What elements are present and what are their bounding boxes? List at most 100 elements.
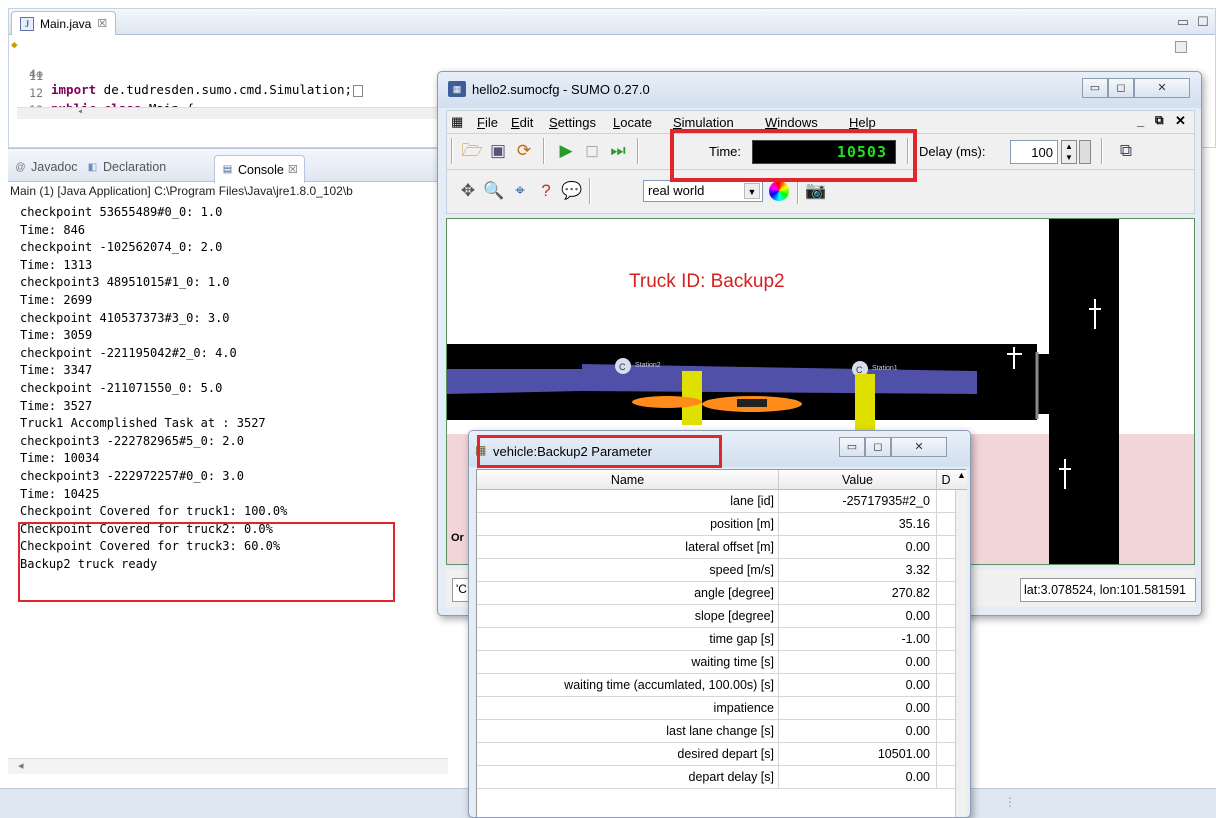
- separator: [589, 178, 591, 204]
- param-value: 0.00: [779, 605, 937, 628]
- chevron-down-icon[interactable]: ▼: [744, 183, 760, 199]
- minimize-icon[interactable]: ▭: [1175, 14, 1191, 30]
- param-value: -25717935#2_0: [779, 490, 937, 513]
- separator: [451, 138, 453, 164]
- console-line: checkpoint -211071550_0: 5.0: [20, 381, 223, 395]
- close-icon[interactable]: ☒: [97, 17, 107, 30]
- scroll-left-icon[interactable]: ◂: [18, 759, 24, 772]
- zoom-icon[interactable]: 🔍: [483, 180, 505, 202]
- table-row[interactable]: time gap [s] -1.00: [477, 628, 955, 651]
- menu-help[interactable]: Help: [849, 115, 876, 130]
- color-wheel-icon[interactable]: [769, 181, 789, 201]
- close-button[interactable]: ✕: [891, 437, 947, 457]
- delay-spinner[interactable]: ▲ ▼: [1061, 140, 1077, 164]
- query-icon[interactable]: ?: [535, 180, 557, 202]
- scroll-left-icon[interactable]: ◂: [77, 106, 83, 117]
- menu-file[interactable]: File: [477, 115, 498, 130]
- overview-ruler-icon[interactable]: [1175, 41, 1187, 53]
- param-name: slope [degree]: [477, 605, 779, 628]
- table-header: Name Value D: [477, 470, 967, 490]
- parameter-table[interactable]: Name Value D lane [id] -25717935#2_0 posit…: [476, 469, 967, 817]
- column-header-d[interactable]: D: [937, 470, 955, 490]
- console-line: checkpoint 53655489#0_0: 1.0: [20, 205, 223, 219]
- open-network-icon[interactable]: ▣: [487, 140, 509, 162]
- param-value: 0.00: [779, 536, 937, 559]
- sumo-titlebar[interactable]: ▦ hello2.sumocfg - SUMO 0.27.0 ▭ ◻ ✕: [438, 72, 1201, 108]
- table-row[interactable]: depart delay [s] 0.00: [477, 766, 955, 789]
- menu-edit[interactable]: Edit: [511, 115, 533, 130]
- menu-windows[interactable]: Windows: [765, 115, 818, 130]
- console-hscrollbar[interactable]: ◂: [8, 758, 448, 774]
- mdi-window-icon[interactable]: ▦: [451, 114, 463, 130]
- param-name: waiting time (accumlated, 100.00s) [s]: [477, 674, 779, 697]
- editor-hscrollbar[interactable]: ◂: [17, 106, 457, 119]
- menu-simulation[interactable]: Simulation: [673, 115, 734, 130]
- tooltip-icon[interactable]: 💬: [561, 180, 583, 202]
- console-line: checkpoint3 48951015#1_0: 1.0: [20, 275, 230, 290]
- locate-icon[interactable]: ⌖: [509, 180, 531, 202]
- tab-console[interactable]: ▤ Console ☒: [214, 155, 305, 183]
- console-output[interactable]: checkpoint 53655489#0_0: 1.0 Time: 846 che…: [8, 204, 448, 764]
- table-row[interactable]: waiting time (accumlated, 100.00s) [s] 0.…: [477, 674, 955, 697]
- mdi-restore-icon[interactable]: ⧉: [1155, 113, 1164, 128]
- vehicle-window: [737, 399, 767, 407]
- maximize-icon[interactable]: ☐: [1195, 14, 1211, 30]
- console-line: Time: 846: [20, 222, 86, 237]
- delay-input[interactable]: [1010, 140, 1058, 164]
- param-name: impatience: [477, 697, 779, 720]
- delay-slider[interactable]: [1079, 140, 1091, 164]
- maximize-button[interactable]: ◻: [1108, 78, 1134, 98]
- console-line: checkpoint3 -222972257#0_0: 3.0: [20, 469, 244, 483]
- table-row[interactable]: speed [m/s] 3.32: [477, 559, 955, 582]
- table-row[interactable]: angle [degree] 270.82: [477, 582, 955, 605]
- menu-settings[interactable]: Settings: [549, 115, 596, 130]
- reload-icon[interactable]: ⟳: [513, 140, 535, 162]
- mdi-minimize-icon[interactable]: _: [1137, 113, 1144, 128]
- screenshot-icon[interactable]: 📷: [805, 180, 827, 202]
- window-title: hello2.sumocfg - SUMO 0.27.0: [472, 82, 650, 97]
- view-mode-select[interactable]: real world ▼: [643, 180, 763, 202]
- recenter-icon[interactable]: ✥: [457, 180, 479, 202]
- table-row[interactable]: waiting time [s] 0.00: [477, 651, 955, 674]
- param-value: 0.00: [779, 766, 937, 789]
- tab-main-java[interactable]: J Main.java ☒: [11, 11, 117, 35]
- column-header-value[interactable]: Value: [779, 470, 937, 490]
- open-folder-icon[interactable]: 🗁: [461, 140, 483, 162]
- new-view-icon[interactable]: ⧉: [1115, 140, 1137, 162]
- maximize-button[interactable]: ◻: [865, 437, 891, 457]
- tab-javadoc[interactable]: @ Javadoc: [14, 156, 78, 178]
- menu-locate[interactable]: Locate: [613, 115, 652, 130]
- separator: [637, 138, 639, 164]
- code-line: ◆ 4⊕ import de.tudresden.sumo.cmd.Simula…: [9, 37, 1209, 97]
- param-vscrollbar[interactable]: ▲: [955, 470, 967, 817]
- param-name: desired depart [s]: [477, 743, 779, 766]
- close-button[interactable]: ✕: [1134, 78, 1190, 98]
- run-icon[interactable]: ▶: [555, 140, 577, 162]
- table-row[interactable]: impatience 0.00: [477, 697, 955, 720]
- java-file-icon: J: [20, 16, 34, 31]
- step-icon[interactable]: ⏭: [607, 140, 629, 162]
- table-row[interactable]: last lane change [s] 0.00: [477, 720, 955, 743]
- truck-id-label: Truck ID: Backup2: [629, 271, 785, 292]
- minimize-button[interactable]: ▭: [1082, 78, 1108, 98]
- warning-icon[interactable]: ◆: [11, 38, 18, 51]
- tab-declaration[interactable]: ◧ Declaration: [86, 156, 166, 178]
- table-row[interactable]: slope [degree] 0.00: [477, 605, 955, 628]
- tab-label: Declaration: [103, 160, 167, 174]
- scroll-up-icon[interactable]: ▲: [957, 470, 966, 480]
- mdi-close-icon[interactable]: ✕: [1175, 113, 1186, 129]
- table-row[interactable]: position [m] 35.16: [477, 513, 955, 536]
- tab-label: Javadoc: [31, 160, 78, 174]
- table-row[interactable]: lateral offset [m] 0.00: [477, 536, 955, 559]
- console-view: @ Javadoc ◧ Declaration ▤ Console ☒ Main…: [8, 148, 448, 788]
- minimize-button[interactable]: ▭: [839, 437, 865, 457]
- column-header-name[interactable]: Name: [477, 470, 779, 490]
- console-line: checkpoint -102562074_0: 2.0: [20, 240, 223, 255]
- console-line: Time: 10425: [20, 486, 100, 501]
- table-row[interactable]: desired depart [s] 10501.00: [477, 743, 955, 766]
- stop-icon[interactable]: ◻: [581, 140, 603, 162]
- table-row[interactable]: lane [id] -25717935#2_0: [477, 490, 955, 513]
- vehicle-shape: [632, 396, 702, 408]
- close-icon[interactable]: ☒: [288, 163, 298, 176]
- console-line: Time: 3059: [20, 328, 93, 343]
